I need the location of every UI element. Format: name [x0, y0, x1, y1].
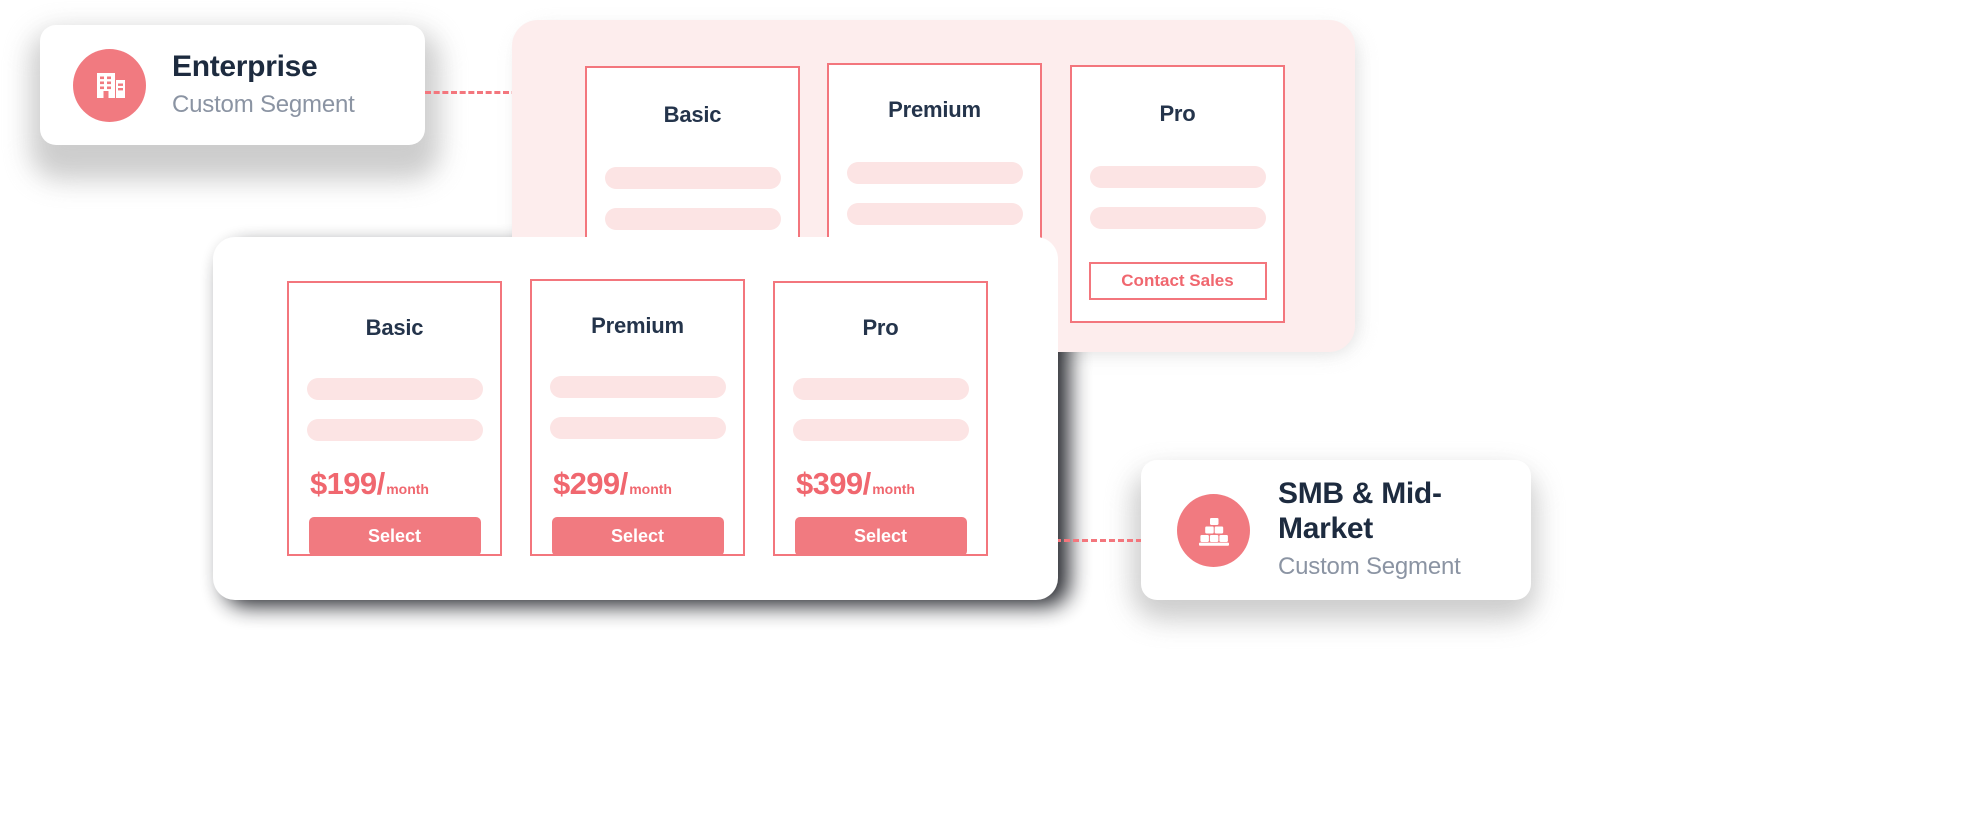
- select-button-pro[interactable]: Select: [794, 517, 967, 556]
- price-basic: $199 / month: [310, 466, 500, 502]
- segment-title-smb: SMB & Mid-Market: [1278, 477, 1442, 545]
- price-premium: $299 / month: [553, 466, 743, 502]
- segment-card-smb[interactable]: SMB & Mid-Market Custom Segment: [1141, 460, 1531, 600]
- pricing-feature-placeholder: [549, 376, 726, 398]
- plan-name-pro: Pro: [1159, 101, 1196, 126]
- pricing-feature-placeholder: [792, 419, 969, 441]
- price-period: month: [629, 481, 672, 497]
- segment-subtitle-enterprise: Custom Segment: [172, 91, 355, 119]
- pricing-feature-placeholder: [549, 417, 726, 439]
- price-slash: /: [862, 466, 872, 501]
- pricing-name-premium: Premium: [591, 313, 684, 338]
- select-button-basic[interactable]: Select: [308, 517, 481, 556]
- plan-feature-placeholder: [1089, 166, 1266, 188]
- diagram-canvas: Basic Premium Pro Contact Sales Enterpri…: [0, 0, 1968, 826]
- pricing-feature-placeholder: [306, 419, 483, 441]
- price-slash: /: [619, 466, 629, 501]
- pricing-feature-placeholder: [306, 378, 483, 400]
- plan-feature-placeholder: [846, 203, 1023, 225]
- plan-feature-placeholder: [604, 167, 781, 189]
- segment-subtitle-smb: Custom Segment: [1278, 553, 1461, 581]
- plan-feature-placeholder: [1089, 207, 1266, 229]
- segment-card-enterprise[interactable]: Enterprise Custom Segment: [40, 25, 425, 145]
- pricing-card-premium[interactable]: Premium $299 / month Select: [530, 279, 745, 556]
- pricing-panel: Basic $199 / month Select Premium $299 /…: [213, 237, 1058, 600]
- price-amount: $199: [310, 466, 377, 501]
- pricing-name-basic: Basic: [365, 315, 424, 340]
- brick-pyramid-icon: [1177, 493, 1250, 567]
- price-amount: $399: [796, 466, 863, 501]
- select-button-premium[interactable]: Select: [551, 517, 724, 556]
- pricing-name-pro: Pro: [862, 315, 899, 340]
- office-building-icon: [73, 48, 146, 122]
- price-slash: /: [376, 466, 386, 501]
- plan-name-premium: Premium: [888, 97, 981, 122]
- segment-title-enterprise: Enterprise: [172, 49, 318, 83]
- price-period: month: [386, 481, 429, 497]
- plan-name-basic: Basic: [663, 102, 722, 127]
- pricing-card-basic[interactable]: Basic $199 / month Select: [287, 281, 502, 556]
- price-pro: $399 / month: [796, 466, 986, 502]
- price-period: month: [872, 481, 915, 497]
- pricing-card-pro[interactable]: Pro $399 / month Select: [773, 281, 988, 556]
- plan-feature-placeholder: [604, 208, 781, 230]
- contact-sales-button[interactable]: Contact Sales: [1088, 262, 1267, 300]
- plan-card-pro[interactable]: Pro Contact Sales: [1070, 65, 1285, 323]
- price-amount: $299: [553, 466, 620, 501]
- plan-feature-placeholder: [846, 162, 1023, 184]
- pricing-feature-placeholder: [792, 378, 969, 400]
